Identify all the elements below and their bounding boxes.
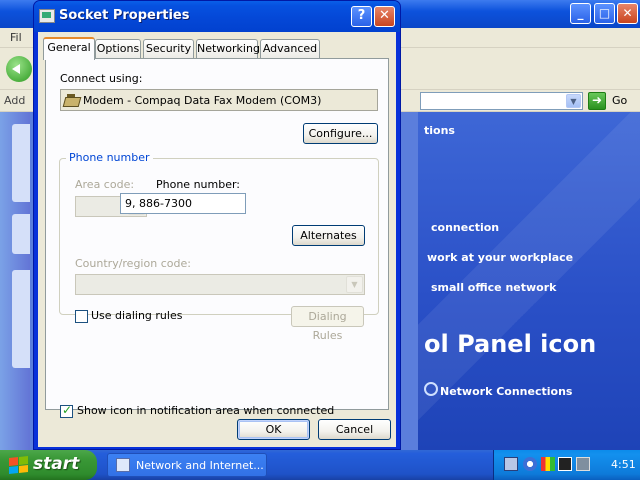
show-icon-checkbox[interactable]: ✓ bbox=[60, 403, 73, 418]
folder-window-icon bbox=[116, 458, 130, 472]
socket-properties-dialog: Socket Properties ? ✕ General Options Se… bbox=[33, 0, 401, 450]
phone-number-label: Phone number: bbox=[156, 178, 241, 191]
taskbar-item-network-and-internet[interactable]: Network and Internet... bbox=[107, 453, 267, 477]
network-icon[interactable] bbox=[504, 457, 518, 471]
system-tray: 4:51 PM bbox=[493, 450, 640, 480]
background-close-button[interactable]: ✕ bbox=[617, 3, 638, 24]
start-button[interactable]: start bbox=[0, 450, 97, 480]
background-content: tions connection work at your workplace … bbox=[418, 112, 640, 450]
go-label: Go bbox=[612, 94, 628, 107]
content-heading-partial: tions bbox=[424, 124, 455, 137]
dialog-titlebar[interactable]: Socket Properties ? ✕ bbox=[34, 1, 400, 32]
country-region-label: Country/region code: bbox=[75, 257, 191, 270]
network-connections-icon[interactable] bbox=[424, 382, 438, 396]
tab-advanced[interactable]: Advanced bbox=[260, 39, 320, 58]
use-dialing-rules-checkbox[interactable] bbox=[75, 310, 88, 323]
dialing-rules-button: Dialing Rules bbox=[291, 306, 364, 342]
color-icon[interactable] bbox=[541, 457, 555, 471]
address-field[interactable]: ▼ bbox=[420, 92, 583, 110]
ok-button[interactable]: OK bbox=[237, 419, 310, 440]
help-button[interactable]: ? bbox=[351, 6, 372, 27]
dialog-body: General Options Security Networking Adva… bbox=[38, 32, 396, 447]
show-icon-label[interactable]: Show icon in notification area when conn… bbox=[77, 404, 334, 417]
content-link[interactable]: connection bbox=[431, 221, 499, 234]
minimize-button[interactable]: _ bbox=[570, 3, 591, 24]
area-code-label: Area code: bbox=[75, 178, 135, 191]
shield-icon[interactable] bbox=[558, 457, 572, 471]
go-arrow-icon: ➜ bbox=[588, 92, 606, 110]
alternates-button[interactable]: Alternates bbox=[292, 225, 365, 246]
network-connection-icon bbox=[39, 9, 55, 23]
taskbar-item-label: Network and Internet... bbox=[136, 459, 264, 472]
back-arrow-icon[interactable] bbox=[6, 56, 32, 82]
modem-name: Modem - Compaq Data Fax Modem (COM3) bbox=[83, 94, 322, 107]
use-dialing-rules-label[interactable]: Use dialing rules bbox=[91, 309, 182, 322]
checkmark-icon: ✓ bbox=[62, 403, 73, 417]
tab-options[interactable]: Options bbox=[95, 39, 141, 58]
tab-networking[interactable]: Networking bbox=[196, 39, 260, 58]
start-label: start bbox=[33, 454, 80, 474]
maximize-button[interactable]: □ bbox=[594, 3, 615, 24]
country-region-select: ▼ bbox=[75, 274, 365, 295]
tab-security[interactable]: Security bbox=[143, 39, 194, 58]
address-label-partial: Add bbox=[4, 94, 26, 107]
tools-icon[interactable] bbox=[523, 457, 537, 471]
background-task-pane bbox=[0, 112, 30, 450]
address-dropdown-icon[interactable]: ▼ bbox=[566, 94, 581, 108]
task-pane-box bbox=[12, 270, 30, 368]
network-connections-link[interactable]: Network Connections bbox=[440, 385, 572, 398]
go-button[interactable]: ➜ Go bbox=[588, 92, 638, 110]
configure-button[interactable]: Configure... bbox=[303, 123, 378, 144]
modem-icon bbox=[64, 93, 79, 106]
modem-field: Modem - Compaq Data Fax Modem (COM3) bbox=[60, 89, 378, 111]
content-link[interactable]: small office network bbox=[431, 281, 556, 294]
tab-general[interactable]: General bbox=[43, 37, 95, 60]
menu-file-partial[interactable]: Fil bbox=[10, 31, 22, 44]
clock[interactable]: 4:51 PM bbox=[611, 458, 640, 471]
task-pane-box bbox=[12, 124, 30, 202]
chevron-down-icon: ▼ bbox=[346, 276, 363, 293]
task-pane-box bbox=[12, 214, 30, 254]
cancel-button[interactable]: Cancel bbox=[318, 419, 391, 440]
phone-number-input[interactable]: 9, 886-7300 bbox=[120, 193, 246, 214]
dialog-title: Socket Properties bbox=[59, 8, 190, 23]
connect-using-label: Connect using: bbox=[60, 72, 143, 85]
close-button[interactable]: ✕ bbox=[374, 6, 395, 27]
display-icon[interactable] bbox=[576, 457, 590, 471]
content-link[interactable]: work at your workplace bbox=[427, 251, 573, 264]
phone-number-group-label: Phone number bbox=[66, 151, 153, 164]
general-tab-panel: Connect using: Modem - Compaq Data Fax M… bbox=[45, 58, 389, 418]
windows-logo-icon bbox=[9, 456, 28, 474]
taskbar: start Network and Internet... 4:51 PM bbox=[0, 450, 640, 480]
content-big-heading: ol Panel icon bbox=[424, 330, 597, 358]
